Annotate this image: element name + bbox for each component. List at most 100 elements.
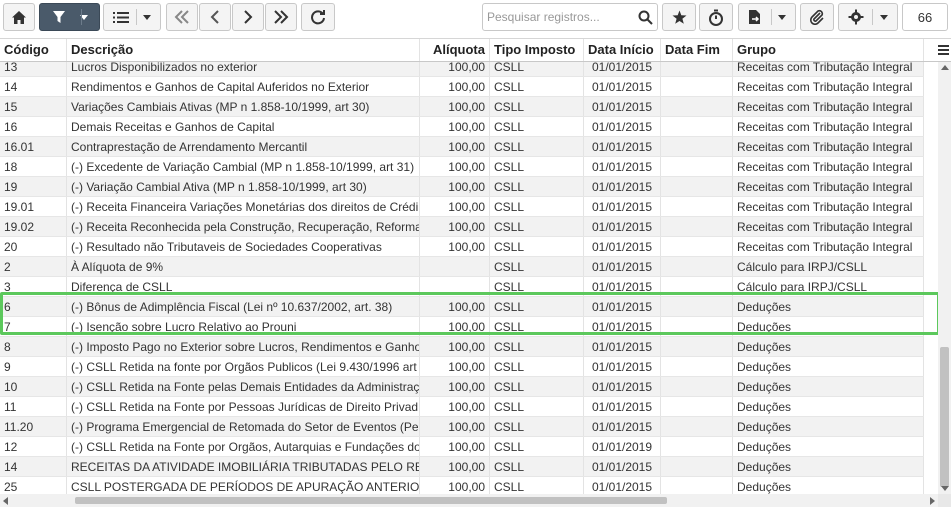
- paperclip-icon: [809, 9, 824, 25]
- cell-data-fim: [661, 417, 733, 436]
- vertical-scrollbar[interactable]: [938, 62, 951, 494]
- cell-data-inicio: 01/01/2015: [584, 297, 661, 316]
- table-row[interactable]: 7 (-) Isenção sobre Lucro Relativo ao Pro…: [0, 317, 924, 337]
- scroll-thumb[interactable]: [75, 497, 667, 504]
- scroll-up-icon[interactable]: [941, 65, 949, 70]
- table-row[interactable]: 18 (-) Excedente de Variação Cambial (MP …: [0, 157, 924, 177]
- scroll-right-icon[interactable]: [930, 497, 935, 505]
- refresh-button[interactable]: [301, 3, 335, 31]
- table-row[interactable]: 14 Rendimentos e Ganhos de Capital Auferi…: [0, 77, 924, 97]
- settings-button[interactable]: [838, 3, 898, 31]
- cell-tipo-imposto: CSLL: [490, 137, 584, 156]
- table-row[interactable]: 16.01 Contraprestação de Arrendamento Mer…: [0, 137, 924, 157]
- cell-codigo: 19: [0, 177, 67, 196]
- cell-aliquota: 100,00: [420, 377, 490, 396]
- column-header-tipo-imposto[interactable]: Tipo Imposto: [490, 39, 584, 61]
- cell-codigo: 2: [0, 257, 67, 276]
- search-input[interactable]: [483, 4, 637, 30]
- scrollbar-corner: [938, 494, 951, 507]
- cell-tipo-imposto: CSLL: [490, 62, 584, 76]
- cell-grupo: Deduções: [733, 457, 924, 476]
- home-button[interactable]: [3, 3, 35, 31]
- cell-data-fim: [661, 237, 733, 256]
- cell-data-inicio: 01/01/2015: [584, 417, 661, 436]
- export-button[interactable]: [738, 3, 796, 31]
- table-row[interactable]: 6 (-) Bônus de Adimplência Fiscal (Lei nº…: [0, 297, 924, 317]
- favorite-button[interactable]: [662, 3, 696, 31]
- cell-codigo: 18: [0, 157, 67, 176]
- cell-grupo: Receitas com Tributação Integral: [733, 97, 924, 116]
- table-row[interactable]: 3 Diferença de CSLL CSLL 01/01/2015 Cálculo …: [0, 277, 924, 297]
- table-row[interactable]: 20 (-) Resultado não Tributaveis de Socie…: [0, 237, 924, 257]
- cell-codigo: 25: [0, 477, 67, 494]
- table-row[interactable]: 10 (-) CSLL Retida na Fonte pelas Demais …: [0, 377, 924, 397]
- cell-descricao: (-) Variação Cambial Ativa (MP n 1.858-1…: [67, 177, 420, 196]
- cell-tipo-imposto: CSLL: [490, 217, 584, 236]
- table-row[interactable]: 19 (-) Variação Cambial Ativa (MP n 1.858…: [0, 177, 924, 197]
- list-view-button[interactable]: [103, 3, 161, 31]
- scroll-down-icon[interactable]: [941, 486, 949, 491]
- table-row[interactable]: 9 (-) CSLL Retida na fonte por Orgãos Pub…: [0, 357, 924, 377]
- cell-data-inicio: 01/01/2015: [584, 357, 661, 376]
- search-icon[interactable]: [638, 10, 653, 25]
- cell-tipo-imposto: CSLL: [490, 397, 584, 416]
- column-header-codigo[interactable]: Código: [0, 39, 67, 61]
- column-header-aliquota[interactable]: Alíquota: [420, 39, 490, 61]
- column-header-grupo[interactable]: Grupo: [733, 39, 924, 61]
- cell-grupo: Receitas com Tributação Integral: [733, 77, 924, 96]
- scroll-left-icon[interactable]: [3, 497, 8, 505]
- attachment-button[interactable]: [800, 3, 834, 31]
- cell-codigo: 15: [0, 97, 67, 116]
- table-row[interactable]: 14 RECEITAS DA ATIVIDADE IMOBILIÁRIA TRIB…: [0, 457, 924, 477]
- record-count[interactable]: 66: [902, 3, 948, 31]
- cell-tipo-imposto: CSLL: [490, 357, 584, 376]
- cell-codigo: 19.02: [0, 217, 67, 236]
- timer-button[interactable]: [699, 3, 733, 31]
- cell-data-inicio: 01/01/2015: [584, 257, 661, 276]
- column-header-data-fim[interactable]: Data Fim: [661, 39, 733, 61]
- column-header-descricao[interactable]: Descrição: [67, 39, 420, 61]
- cell-data-inicio: 01/01/2015: [584, 157, 661, 176]
- gear-icon: [848, 9, 864, 25]
- filter-button[interactable]: [39, 3, 100, 31]
- table-row[interactable]: 19.01 (-) Receita Financeira Variações Mo…: [0, 197, 924, 217]
- table-row[interactable]: 12 (-) CSLL Retida na Fonte por Orgãos, A…: [0, 437, 924, 457]
- table-row[interactable]: 15 Variações Cambiais Ativas (MP n 1.858-…: [0, 97, 924, 117]
- chevron-left-icon: [210, 10, 219, 24]
- cell-tipo-imposto: CSLL: [490, 437, 584, 456]
- last-page-button[interactable]: [265, 3, 297, 31]
- chevron-down-icon: [143, 14, 151, 20]
- table-row[interactable]: 11 (-) CSLL Retida na Fonte por Pessoas J…: [0, 397, 924, 417]
- cell-data-inicio: 01/01/2015: [584, 337, 661, 356]
- cell-tipo-imposto: CSLL: [490, 117, 584, 136]
- cell-grupo: Receitas com Tributação Integral: [733, 117, 924, 136]
- cell-data-inicio: 01/01/2019: [584, 437, 661, 456]
- cell-data-inicio: 01/01/2015: [584, 377, 661, 396]
- cell-tipo-imposto: CSLL: [490, 337, 584, 356]
- table-row[interactable]: 16 Demais Receitas e Ganhos de Capital 100…: [0, 117, 924, 137]
- table-row[interactable]: 13 Lucros Disponibilizados no exterior 100…: [0, 62, 924, 77]
- previous-page-button[interactable]: [199, 3, 231, 31]
- cell-aliquota: 100,00: [420, 337, 490, 356]
- cell-descricao: (-) Isenção sobre Lucro Relativo ao Prou…: [67, 317, 420, 336]
- scroll-thumb[interactable]: [940, 347, 949, 487]
- cell-grupo: Deduções: [733, 337, 924, 356]
- table-row[interactable]: 2À Alíquota de 9% CSLL 01/01/2015 Cálculo p…: [0, 257, 924, 277]
- first-page-button[interactable]: [166, 3, 198, 31]
- cell-grupo: Receitas com Tributação Integral: [733, 237, 924, 256]
- table-row[interactable]: 25 CSLL POSTERGADA DE PERÍODOS DE APURAÇÃ…: [0, 477, 924, 494]
- cell-codigo: 16.01: [0, 137, 67, 156]
- horizontal-scrollbar[interactable]: [0, 494, 938, 507]
- cell-grupo: Deduções: [733, 317, 924, 336]
- column-header-data-inicio[interactable]: Data Início: [584, 39, 661, 61]
- table-row[interactable]: 19.02 (-) Receita Reconhecida pela Constr…: [0, 217, 924, 237]
- cell-data-inicio: 01/01/2015: [584, 397, 661, 416]
- double-chevron-right-icon: [274, 10, 289, 24]
- cell-grupo: Receitas com Tributação Integral: [733, 217, 924, 236]
- table-row[interactable]: 8 (-) Imposto Pago no Exterior sobre Lucr…: [0, 337, 924, 357]
- next-page-button[interactable]: [232, 3, 264, 31]
- filter-icon: [52, 11, 65, 23]
- cell-data-fim: [661, 297, 733, 316]
- column-menu-button[interactable]: [936, 39, 951, 61]
- table-row[interactable]: 11.20 (-) Programa Emergencial de Retomad…: [0, 417, 924, 437]
